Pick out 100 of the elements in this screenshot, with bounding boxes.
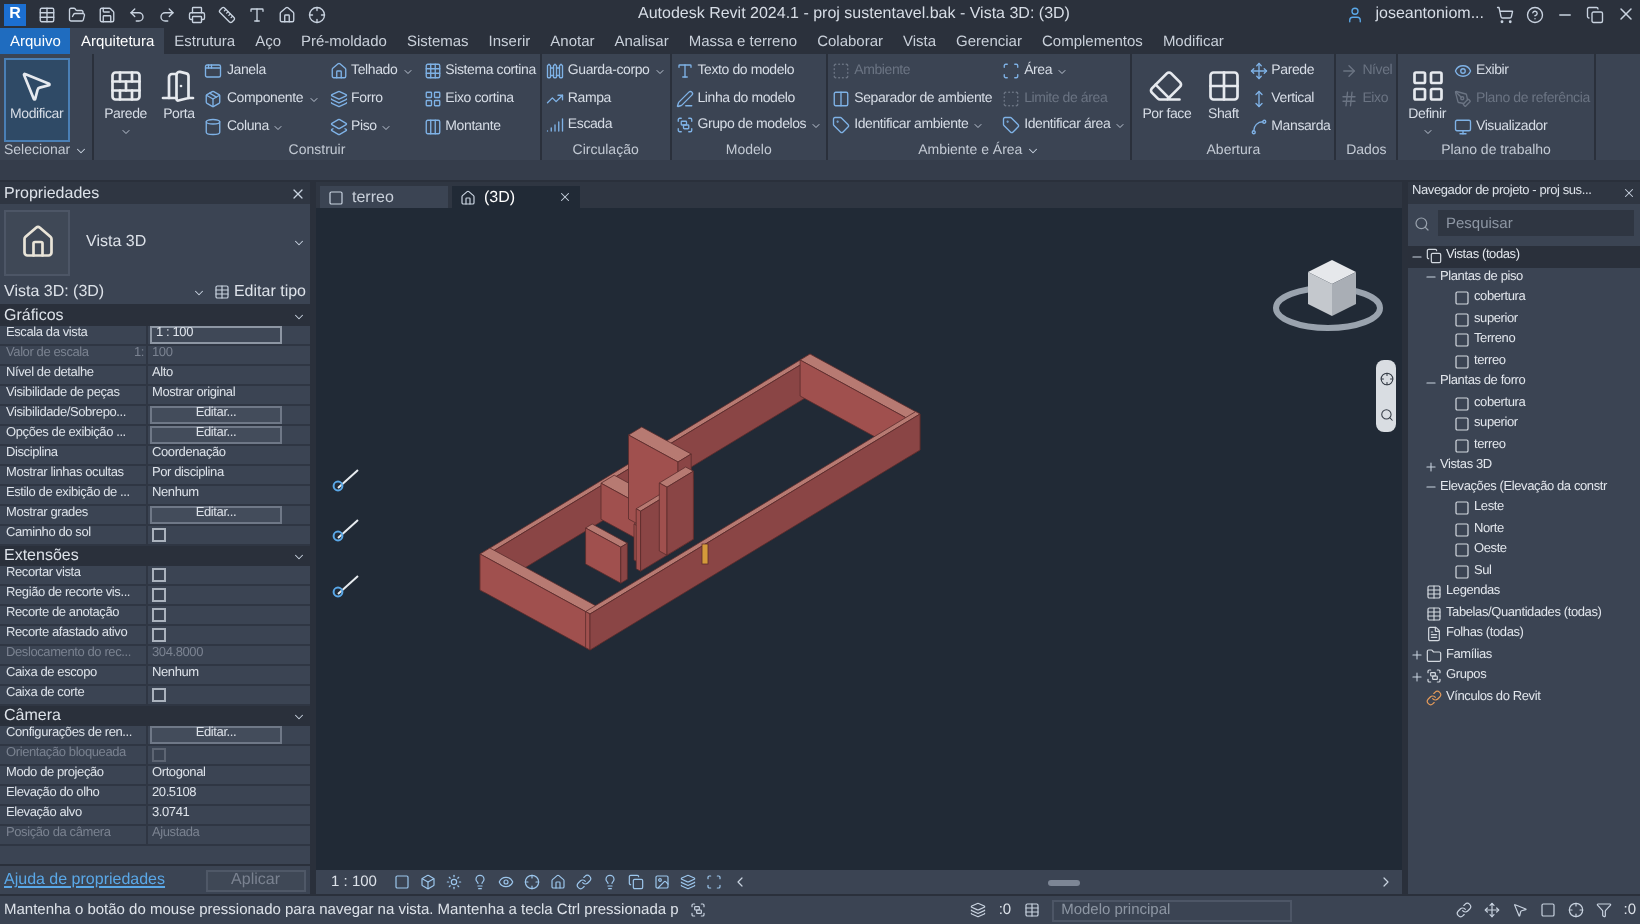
layers-icon: [329, 118, 348, 136]
window-title: Autodesk Revit 2024.1 - proj sustentavel.bak - Vista 3D: (3D): [638, 6, 1070, 22]
help-icon: [1526, 5, 1544, 23]
user-icon: [1345, 5, 1364, 23]
close-icon: [290, 185, 306, 201]
save-icon: [98, 5, 116, 23]
section-header[interactable]: Câmera: [4, 708, 61, 724]
scroll-left-icon: [732, 874, 748, 890]
close-icon: [558, 190, 572, 204]
open-folder-icon: [68, 5, 86, 23]
fence-icon: [545, 62, 564, 80]
detail-level-icon: [394, 874, 410, 890]
table-icon: [213, 284, 230, 300]
link-icon: [1426, 689, 1442, 706]
letter-icon: [248, 5, 266, 23]
navigation-bar[interactable]: [1376, 360, 1396, 432]
checkbox[interactable]: [152, 588, 166, 602]
undo-icon: [128, 5, 146, 23]
panel-title: Propriedades: [4, 185, 100, 201]
wall-icon: [107, 68, 144, 104]
marker-icon: [332, 468, 360, 492]
wheel-icon: [1379, 371, 1393, 385]
frame-icon: [706, 874, 722, 890]
letter-icon: [675, 62, 694, 80]
image-icon: [654, 874, 670, 890]
folder-icon: [1426, 647, 1442, 664]
window-icon: [204, 62, 223, 80]
cube-icon: [420, 874, 436, 890]
checkbox[interactable]: [152, 628, 166, 642]
collapse-icon: [292, 309, 306, 323]
sheet-icon: [1426, 626, 1442, 643]
cart-icon: [1496, 5, 1514, 23]
tag-icon: [1002, 116, 1021, 135]
pen-icon: [1453, 90, 1472, 108]
collapse-icon: [292, 549, 306, 563]
house-icon: [460, 189, 476, 205]
marker-icon: [332, 518, 360, 542]
grid-icon: [1409, 68, 1446, 104]
checkbox[interactable]: [152, 568, 166, 582]
layers-icon: [329, 90, 348, 108]
restore-icon: [1586, 5, 1604, 23]
section-header[interactable]: Extensões: [4, 548, 79, 564]
view-selector[interactable]: Vista 3D: (3D): [4, 284, 184, 300]
slope-icon: [545, 89, 564, 108]
pointer-icon: [18, 68, 55, 104]
edit-type-button[interactable]: Editar tipo: [213, 284, 306, 300]
marker-icon: [332, 574, 360, 598]
help-link[interactable]: Ajuda de propriedades: [4, 872, 166, 888]
tag-icon: [832, 116, 851, 135]
caret-icon: [292, 235, 306, 249]
scroll-right-icon: [1378, 874, 1394, 890]
eye-icon: [498, 874, 514, 890]
eye-icon: [1453, 62, 1472, 80]
frame-icon: [1002, 62, 1021, 80]
link-icon: [1455, 902, 1472, 918]
expand-icon: [1410, 648, 1424, 663]
user-name[interactable]: joseantoniom...: [1375, 6, 1484, 22]
pen-icon: [675, 89, 694, 108]
floor-plan-icon: [328, 189, 344, 205]
print-icon: [188, 5, 206, 23]
cross-arrows-icon: [1483, 902, 1500, 918]
house-icon: [550, 874, 566, 890]
split-square-icon: [832, 89, 851, 108]
square-icon: [1539, 902, 1556, 918]
table-icon: [1426, 605, 1442, 622]
sun-icon: [446, 874, 462, 890]
app-logo[interactable]: R: [4, 3, 26, 25]
crosshair-icon: [308, 5, 326, 23]
cross-arrows-icon: [1249, 62, 1268, 80]
copy-icon: [628, 874, 644, 890]
link-icon: [576, 874, 592, 890]
crosshair-icon: [1567, 902, 1584, 918]
redo-icon: [158, 5, 176, 23]
house-icon: [278, 5, 296, 23]
collapse-icon: [292, 709, 306, 723]
light-icon: [602, 874, 618, 890]
door-icon: [160, 68, 197, 104]
group-icon: [1426, 668, 1442, 685]
group-icon: [675, 116, 694, 135]
columns-icon: [423, 118, 442, 136]
layers-icon: [970, 902, 987, 918]
light-icon: [472, 874, 488, 890]
crosshair-icon: [524, 874, 540, 890]
worksets-icon: [690, 902, 707, 918]
checkbox[interactable]: [152, 528, 166, 542]
table-icon: [1023, 902, 1040, 918]
legend-icon: [1426, 584, 1442, 601]
view-tab[interactable]: (3D): [452, 186, 580, 208]
checkbox[interactable]: [152, 688, 166, 702]
layers-icon: [680, 874, 696, 890]
checkbox[interactable]: [152, 608, 166, 622]
zoom-icon: [1379, 407, 1393, 421]
grid-icon: [423, 62, 442, 80]
monitor-icon: [1453, 118, 1472, 136]
hash-icon: [1340, 89, 1359, 108]
box-icon: [204, 90, 223, 108]
section-header[interactable]: Gráficos: [4, 308, 64, 324]
view-tab[interactable]: terreo: [320, 186, 448, 208]
expand-icon: [1424, 459, 1438, 474]
table-icon: [38, 5, 56, 23]
